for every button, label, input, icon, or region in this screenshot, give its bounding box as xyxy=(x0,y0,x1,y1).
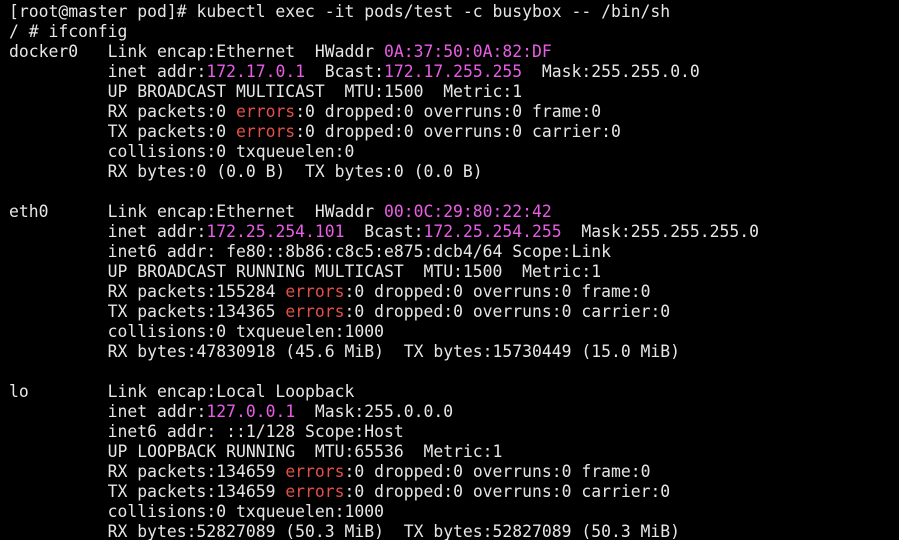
error-label: errors xyxy=(285,482,345,501)
output-text: collisions:0 txqueuelen:0 xyxy=(9,142,355,161)
output-text: Bcast: xyxy=(344,222,424,241)
terminal-line: RX packets:0 errors:0 dropped:0 overruns… xyxy=(9,102,899,122)
terminal-line: TX packets:0 errors:0 dropped:0 overruns… xyxy=(9,122,899,142)
output-text: :0 dropped:0 overruns:0 frame:0 xyxy=(344,282,651,301)
terminal-line: UP BROADCAST RUNNING MULTICAST MTU:1500 … xyxy=(9,262,899,282)
output-text: TX packets:134365 xyxy=(9,302,286,321)
output-text: lo Link encap:Local Loopback xyxy=(9,382,355,401)
terminal-line: UP BROADCAST MULTICAST MTU:1500 Metric:1 xyxy=(9,82,899,102)
address-value: 172.17.0.1 xyxy=(206,62,306,81)
output-text: / # ifconfig xyxy=(9,22,128,41)
terminal-line: collisions:0 txqueuelen:0 xyxy=(9,142,899,162)
terminal-line: RX bytes:52827089 (50.3 MiB) TX bytes:52… xyxy=(9,522,899,540)
output-text: docker0 Link encap:Ethernet HWaddr xyxy=(9,42,384,61)
output-text: :0 dropped:0 overruns:0 carrier:0 xyxy=(344,302,671,321)
output-text: inet6 addr: ::1/128 Scope:Host xyxy=(9,422,404,441)
output-text: [root@master pod]# kubectl exec -it pods… xyxy=(9,2,671,21)
output-text: collisions:0 txqueuelen:1000 xyxy=(9,502,384,521)
output-text: Mask:255.0.0.0 xyxy=(295,402,454,421)
terminal-line: TX packets:134659 errors:0 dropped:0 ove… xyxy=(9,482,899,502)
terminal-line: inet6 addr: fe80::8b86:c8c5:e875:dcb4/64… xyxy=(9,242,899,262)
terminal-line: UP LOOPBACK RUNNING MTU:65536 Metric:1 xyxy=(9,442,899,462)
terminal-line: lo Link encap:Local Loopback xyxy=(9,382,899,402)
terminal-line: collisions:0 txqueuelen:1000 xyxy=(9,322,899,342)
error-label: errors xyxy=(285,462,345,481)
output-text: RX bytes:52827089 (50.3 MiB) TX bytes:52… xyxy=(9,522,681,540)
output-text: collisions:0 txqueuelen:1000 xyxy=(9,322,384,341)
address-value: 172.25.254.255 xyxy=(423,222,562,241)
terminal-line: inet6 addr: ::1/128 Scope:Host xyxy=(9,422,899,442)
terminal-line: RX bytes:0 (0.0 B) TX bytes:0 (0.0 B) xyxy=(9,162,899,182)
error-label: errors xyxy=(235,102,296,121)
output-text: TX packets:0 xyxy=(9,122,236,141)
output-text: Mask:255.255.255.0 xyxy=(561,222,760,241)
output-text: UP LOOPBACK RUNNING MTU:65536 Metric:1 xyxy=(9,442,503,461)
error-label: errors xyxy=(235,122,296,141)
output-text: :0 dropped:0 overruns:0 carrier:0 xyxy=(295,122,621,141)
terminal-line: RX packets:155284 errors:0 dropped:0 ove… xyxy=(9,282,899,302)
address-value: 127.0.0.1 xyxy=(206,402,296,421)
output-text: Mask:255.255.0.0 xyxy=(522,62,700,81)
terminal-line: [root@master pod]# kubectl exec -it pods… xyxy=(9,2,899,22)
output-text: Bcast: xyxy=(305,62,385,81)
output-text: RX packets:134659 xyxy=(9,462,286,481)
terminal-line: RX bytes:47830918 (45.6 MiB) TX bytes:15… xyxy=(9,342,899,362)
output-text: inet6 addr: fe80::8b86:c8c5:e875:dcb4/64… xyxy=(9,242,611,261)
terminal-line: inet addr:172.25.254.101 Bcast:172.25.25… xyxy=(9,222,899,242)
output-text: TX packets:134659 xyxy=(9,482,286,501)
output-text: inet addr: xyxy=(9,222,207,241)
output-text: RX packets:155284 xyxy=(9,282,286,301)
address-value: 172.25.254.101 xyxy=(206,222,345,241)
output-text: eth0 Link encap:Ethernet HWaddr xyxy=(9,202,384,221)
output-text: inet addr: xyxy=(9,402,207,421)
address-value: 0A:37:50:0A:82:DF xyxy=(383,42,552,61)
terminal-line: collisions:0 txqueuelen:1000 xyxy=(9,502,899,522)
output-text: RX bytes:0 (0.0 B) TX bytes:0 (0.0 B) xyxy=(9,162,483,181)
output-text: UP BROADCAST MULTICAST MTU:1500 Metric:1 xyxy=(9,82,523,101)
terminal-line: docker0 Link encap:Ethernet HWaddr 0A:37… xyxy=(9,42,899,62)
error-label: errors xyxy=(285,302,345,321)
terminal-output[interactable]: [root@master pod]# kubectl exec -it pods… xyxy=(0,0,899,540)
terminal-line: inet addr:127.0.0.1 Mask:255.0.0.0 xyxy=(9,402,899,422)
terminal-line: inet addr:172.17.0.1 Bcast:172.17.255.25… xyxy=(9,62,899,82)
address-value: 172.17.255.255 xyxy=(384,62,523,81)
terminal-line: RX packets:134659 errors:0 dropped:0 ove… xyxy=(9,462,899,482)
address-value: 00:0C:29:80:22:42 xyxy=(383,202,552,221)
output-text: :0 dropped:0 overruns:0 frame:0 xyxy=(344,462,651,481)
terminal-line: TX packets:134365 errors:0 dropped:0 ove… xyxy=(9,302,899,322)
terminal-line: / # ifconfig xyxy=(9,22,899,42)
output-text: :0 dropped:0 overruns:0 carrier:0 xyxy=(344,482,671,501)
output-text: RX bytes:47830918 (45.6 MiB) TX bytes:15… xyxy=(9,342,681,361)
output-text: :0 dropped:0 overruns:0 frame:0 xyxy=(295,102,602,121)
output-text: UP BROADCAST RUNNING MULTICAST MTU:1500 … xyxy=(9,262,602,281)
terminal-line: eth0 Link encap:Ethernet HWaddr 00:0C:29… xyxy=(9,202,899,222)
error-label: errors xyxy=(285,282,345,301)
output-text: inet addr: xyxy=(9,62,207,81)
output-text: RX packets:0 xyxy=(9,102,236,121)
